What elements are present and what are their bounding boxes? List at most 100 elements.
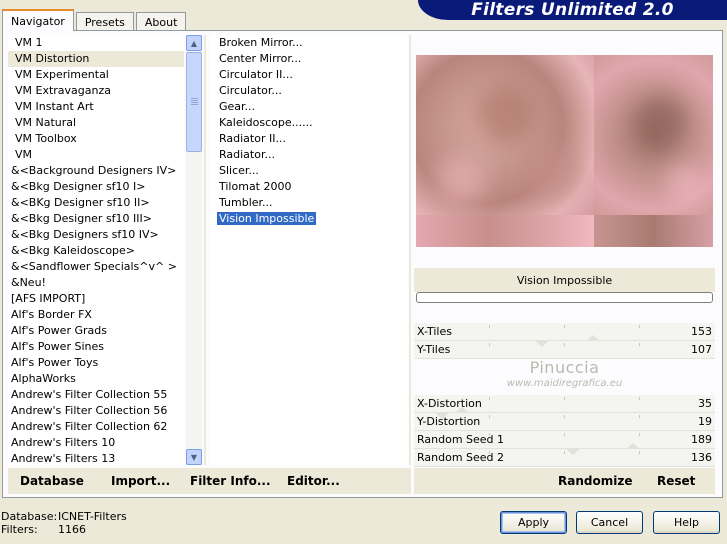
category-item[interactable]: &<Sandflower Specials^v^ > — [8, 259, 184, 275]
category-item[interactable]: Alf's Power Sines — [8, 339, 184, 355]
category-item[interactable]: Andrew's Filter Collection 62 — [8, 419, 184, 435]
filter-item[interactable]: Tilomat 2000 — [210, 179, 408, 195]
category-item[interactable]: VM Toolbox — [8, 131, 184, 147]
param-slider[interactable]: Y-Distortion 19 — [414, 412, 715, 431]
category-item[interactable]: [AFS IMPORT] — [8, 291, 184, 307]
category-item[interactable]: VM 1 — [8, 35, 184, 51]
filter-item[interactable]: Broken Mirror... — [210, 35, 408, 51]
filter-item[interactable]: Radiator II... — [210, 131, 408, 147]
param-slider[interactable]: Y-Tiles 107 — [414, 340, 715, 359]
filter-item-label: Gear... — [219, 100, 256, 113]
filter-item-label: Broken Mirror... — [219, 36, 303, 49]
database-button[interactable]: Database — [20, 474, 84, 488]
watermark-area: Pinuccia www.maidiregrafica.eu — [414, 359, 715, 395]
preview-tile — [416, 215, 594, 247]
param-slider[interactable]: X-Distortion 35 — [414, 395, 715, 414]
slider-tick — [639, 415, 640, 418]
category-item[interactable]: &Neu! — [8, 275, 184, 291]
category-item[interactable]: Andrew's Filter Collection 55 — [8, 387, 184, 403]
category-item[interactable]: VM Distortion — [8, 51, 184, 67]
chevron-down-icon: ▼ — [190, 452, 198, 462]
category-item[interactable]: VM Instant Art — [8, 99, 184, 115]
help-button[interactable]: Help — [653, 511, 720, 534]
randomize-button[interactable]: Randomize — [558, 474, 632, 488]
param-label: Random Seed 2 — [417, 451, 505, 464]
category-item[interactable]: &<BKg Designer sf10 II> — [8, 195, 184, 211]
filter-item[interactable]: Tumbler... — [210, 195, 408, 211]
category-item[interactable]: VM Natural — [8, 115, 184, 131]
filter-item-label: Tilomat 2000 — [219, 180, 292, 193]
filter-item[interactable]: Radiator... — [210, 147, 408, 163]
category-item[interactable]: VM Experimental — [8, 67, 184, 83]
category-item[interactable]: Alf's Border FX — [8, 307, 184, 323]
scroll-thumb[interactable] — [186, 52, 202, 152]
reset-button[interactable]: Reset — [657, 474, 695, 488]
slider-tick — [564, 325, 565, 328]
slider-tick — [489, 415, 490, 418]
filter-item-label: Circulator... — [219, 84, 282, 97]
param-label: X-Tiles — [417, 325, 452, 338]
category-item[interactable]: &<Bkg Designer sf10 I> — [8, 179, 184, 195]
slider-thumb[interactable] — [565, 448, 581, 455]
param-slider[interactable]: Random Seed 2 136 — [414, 448, 715, 467]
category-item[interactable]: &<Bkg Designers sf10 IV> — [8, 227, 184, 243]
category-item[interactable]: Alf's Power Grads — [8, 323, 184, 339]
param-label: Y-Tiles — [417, 343, 451, 356]
param-value: 136 — [691, 451, 712, 464]
slider-thumb[interactable] — [434, 412, 450, 419]
filter-item-label: Vision Impossible — [217, 212, 317, 225]
category-list[interactable]: VM 1 VM Distortion VM Experimental VM Extra… — [8, 35, 184, 465]
slider-thumb[interactable] — [534, 340, 550, 347]
filters-count-value: 1166 — [58, 523, 86, 536]
editor-button[interactable]: Editor... — [287, 474, 340, 488]
footer: Database:ICNET-Filters Filters: 1166 Appl… — [0, 500, 727, 544]
category-item[interactable]: AlphaWorks — [8, 371, 184, 387]
category-item[interactable]: &<Bkg Designer sf10 III> — [8, 211, 184, 227]
import-button[interactable]: Import... — [111, 474, 170, 488]
progress-bar — [416, 292, 713, 303]
filter-list[interactable]: Broken Mirror... Center Mirror... Circulat… — [210, 35, 408, 465]
slider-track[interactable] — [414, 341, 715, 359]
param-slider[interactable]: Random Seed 1 189 — [414, 431, 715, 450]
filter-item[interactable]: Center Mirror... — [210, 51, 408, 67]
app-banner: Filters Unlimited 2.0 — [418, 0, 727, 20]
category-scrollbar[interactable]: ▲ ▼ — [186, 35, 202, 465]
watermark-url: www.maidiregrafica.eu — [506, 378, 623, 389]
slider-tick — [564, 415, 565, 418]
tab-navigator[interactable]: Navigator — [2, 9, 74, 31]
database-info: Database:ICNET-Filters Filters: 1166 — [1, 510, 127, 536]
category-item[interactable]: VM — [8, 147, 184, 163]
cancel-button[interactable]: Cancel — [576, 511, 643, 534]
category-item[interactable]: Andrew's Filters 13 — [8, 451, 184, 465]
filters-count-label: Filters: — [1, 523, 38, 536]
tab-presets[interactable]: Presets — [75, 12, 134, 31]
slider-tick — [564, 343, 565, 346]
filter-info-button[interactable]: Filter Info... — [190, 474, 271, 488]
filter-item-label: Circulator II... — [219, 68, 293, 81]
param-slider[interactable]: X-Tiles 153 — [414, 323, 715, 342]
filter-item[interactable]: Kaleidoscope...... — [210, 115, 408, 131]
filter-item[interactable]: Vision Impossible — [210, 211, 408, 227]
slider-track[interactable] — [414, 323, 715, 341]
category-item[interactable]: Andrew's Filters 10 — [8, 435, 184, 451]
category-item[interactable]: VM Extravaganza — [8, 83, 184, 99]
filter-item[interactable]: Circulator... — [210, 83, 408, 99]
apply-button[interactable]: Apply — [500, 511, 567, 534]
slider-tick — [489, 325, 490, 328]
filter-item-label: Center Mirror... — [219, 52, 302, 65]
category-item[interactable]: Andrew's Filter Collection 56 — [8, 403, 184, 419]
filter-item-label: Kaleidoscope...... — [219, 116, 313, 129]
filter-item[interactable]: Circulator II... — [210, 67, 408, 83]
left-action-bar: Database Import... Filter Info... Editor… — [8, 468, 411, 494]
category-item[interactable]: &<Bkg Kaleidoscope> — [8, 243, 184, 259]
preview-tile — [594, 215, 713, 247]
category-item[interactable]: &<Background Designers IV> — [8, 163, 184, 179]
tab-about[interactable]: About — [135, 12, 187, 31]
scroll-up-button[interactable]: ▲ — [186, 35, 202, 51]
param-label: Random Seed 1 — [417, 433, 505, 446]
category-item[interactable]: Alf's Power Toys — [8, 355, 184, 371]
scroll-down-button[interactable]: ▼ — [186, 449, 202, 465]
param-value: 153 — [691, 325, 712, 338]
filter-item[interactable]: Slicer... — [210, 163, 408, 179]
filter-item[interactable]: Gear... — [210, 99, 408, 115]
